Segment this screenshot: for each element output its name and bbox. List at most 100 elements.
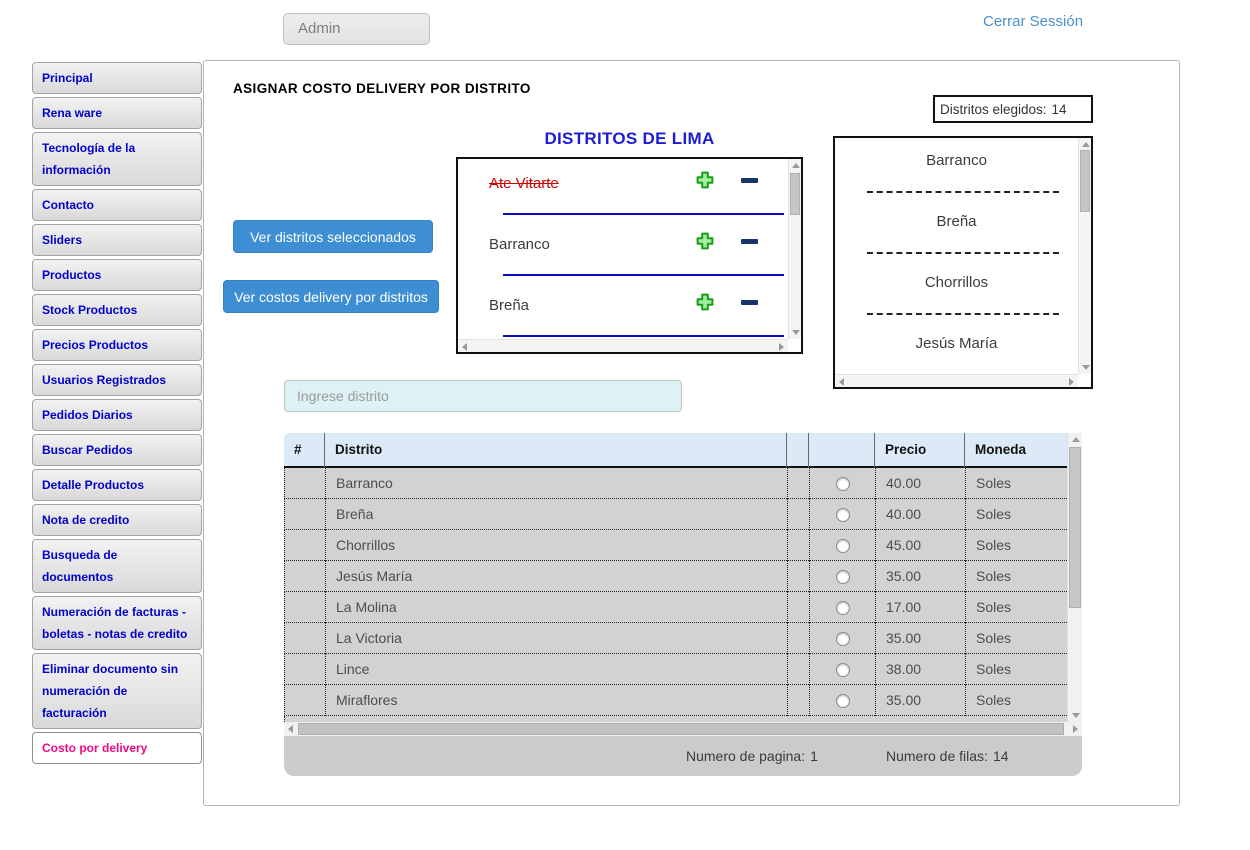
sidebar-item-buscar-pedidos[interactable]: Buscar Pedidos xyxy=(32,434,202,466)
cell-price: 40.00 xyxy=(875,499,965,530)
sidebar-item-rena-ware[interactable]: Rena ware xyxy=(32,97,202,129)
sidebar-item-contacto[interactable]: Contacto xyxy=(32,189,202,221)
table-row: Barranco 40.00 Soles xyxy=(284,468,1067,499)
view-selected-districts-button[interactable]: Ver distritos seleccionados xyxy=(233,220,433,253)
table-row: Miraflores 35.00 Soles xyxy=(284,685,1067,716)
table-row: Breña 40.00 Soles xyxy=(284,499,1067,530)
horizontal-scrollbar[interactable] xyxy=(458,339,788,352)
page-number-value: 1 xyxy=(810,748,818,764)
column-header-district: Distrito xyxy=(324,433,786,468)
cell-price: 40.00 xyxy=(875,468,965,499)
row-divider xyxy=(503,274,784,276)
chevron-down-icon[interactable] xyxy=(792,330,800,335)
cell-district: Jesús María xyxy=(325,561,787,592)
scrollbar-thumb[interactable] xyxy=(298,723,1064,735)
vertical-scrollbar[interactable] xyxy=(1078,138,1091,374)
sidebar-item-nota-de-credito[interactable]: Nota de credito xyxy=(32,504,202,536)
cell-price: 35.00 xyxy=(875,623,965,654)
radio-button[interactable] xyxy=(836,508,850,522)
chevron-right-icon[interactable] xyxy=(1073,725,1078,733)
district-name: Ate Vitarte xyxy=(489,175,559,192)
vertical-scrollbar[interactable] xyxy=(1067,433,1082,722)
radio-button[interactable] xyxy=(836,601,850,615)
vertical-scrollbar[interactable] xyxy=(788,159,801,339)
scrollbar-thumb[interactable] xyxy=(1080,150,1090,212)
minus-icon[interactable] xyxy=(741,293,761,311)
table-row: La Victoria 35.00 Soles xyxy=(284,623,1067,654)
view-delivery-costs-button[interactable]: Ver costos delivery por distritos xyxy=(223,280,439,313)
cell-district: Barranco xyxy=(325,468,787,499)
horizontal-scrollbar[interactable] xyxy=(835,374,1078,387)
cell-currency: Soles xyxy=(965,623,1067,654)
sidebar-item-numeracion-facturas[interactable]: Numeración de facturas - boletas - notas… xyxy=(32,596,202,650)
cell-currency: Soles xyxy=(965,530,1067,561)
cell-currency: Soles xyxy=(965,468,1067,499)
sidebar-item-usuarios-registrados[interactable]: Usuarios Registrados xyxy=(32,364,202,396)
chevron-down-icon[interactable] xyxy=(1082,365,1090,370)
cell-district: Chorrillos xyxy=(325,530,787,561)
chosen-count-label: Distritos elegidos: xyxy=(940,102,1047,117)
sidebar-item-productos[interactable]: Productos xyxy=(32,259,202,291)
logout-link[interactable]: Cerrar Sessión xyxy=(983,13,1083,30)
table-footer: Numero de pagina: 1 Numero de filas: 14 xyxy=(284,736,1082,776)
cell-price: 17.00 xyxy=(875,592,965,623)
radio-button[interactable] xyxy=(836,539,850,553)
chevron-right-icon[interactable] xyxy=(1069,378,1074,386)
sidebar-item-detalle-productos[interactable]: Detalle Productos xyxy=(32,469,202,501)
sidebar-item-tecnologia[interactable]: Tecnología de la información xyxy=(32,132,202,186)
horizontal-scrollbar[interactable] xyxy=(284,722,1082,736)
cell-currency: Soles xyxy=(965,654,1067,685)
list-item: Barranco xyxy=(835,138,1091,199)
plus-icon[interactable] xyxy=(696,293,714,311)
table-header: # Distrito Precio Moneda xyxy=(284,433,1067,468)
chosen-districts-list: Barranco Breña Chorrillos Jesús María xyxy=(833,136,1093,389)
chevron-up-icon[interactable] xyxy=(792,163,800,168)
radio-button[interactable] xyxy=(836,663,850,677)
scrollbar-thumb[interactable] xyxy=(790,173,800,215)
sidebar-item-sliders[interactable]: Sliders xyxy=(32,224,202,256)
plus-icon[interactable] xyxy=(696,171,714,189)
sidebar-item-precios-productos[interactable]: Precios Productos xyxy=(32,329,202,361)
chevron-down-icon[interactable] xyxy=(1072,713,1080,718)
sidebar-item-busqueda-documentos[interactable]: Busqueda de documentos xyxy=(32,539,202,593)
radio-button[interactable] xyxy=(836,694,850,708)
radio-button[interactable] xyxy=(836,477,850,491)
admin-user-box[interactable]: Admin xyxy=(283,13,430,45)
column-header-spacer xyxy=(786,433,808,468)
row-divider xyxy=(503,213,784,215)
sidebar-item-stock-productos[interactable]: Stock Productos xyxy=(32,294,202,326)
radio-button[interactable] xyxy=(836,570,850,584)
district-pick-list: Ate Vitarte Barranco Breña xyxy=(456,157,803,354)
scrollbar-thumb[interactable] xyxy=(1069,447,1081,608)
page-title: ASIGNAR COSTO DELIVERY POR DISTRITO xyxy=(233,81,531,96)
cell-price: 35.00 xyxy=(875,685,965,716)
sidebar-item-eliminar-documento[interactable]: Eliminar documento sin numeración de fac… xyxy=(32,653,202,729)
minus-icon[interactable] xyxy=(741,171,761,189)
list-item: Chorrillos xyxy=(835,260,1091,321)
chevron-right-icon[interactable] xyxy=(779,343,784,351)
rows-count-label: Numero de filas: xyxy=(886,748,988,764)
cell-district: Breña xyxy=(325,499,787,530)
column-header-num: # xyxy=(284,433,324,468)
table-row: Chorrillos 45.00 Soles xyxy=(284,530,1067,561)
minus-icon[interactable] xyxy=(741,232,761,250)
chevron-left-icon[interactable] xyxy=(839,378,844,386)
table-row: La Molina 17.00 Soles xyxy=(284,592,1067,623)
sidebar-item-costo-por-delivery[interactable]: Costo por delivery xyxy=(32,732,202,764)
plus-icon[interactable] xyxy=(696,232,714,250)
row-divider xyxy=(867,252,1059,254)
chevron-left-icon[interactable] xyxy=(462,343,467,351)
sidebar-item-pedidos-diarios[interactable]: Pedidos Diarios xyxy=(32,399,202,431)
chevron-up-icon[interactable] xyxy=(1072,437,1080,442)
table-row: Lince 38.00 Soles xyxy=(284,654,1067,685)
sidebar-item-principal[interactable]: Principal xyxy=(32,62,202,94)
search-input[interactable] xyxy=(284,380,682,412)
radio-button[interactable] xyxy=(836,632,850,646)
cell-price: 45.00 xyxy=(875,530,965,561)
chevron-left-icon[interactable] xyxy=(288,725,293,733)
page-number-label: Numero de pagina: xyxy=(686,748,805,764)
chevron-up-icon[interactable] xyxy=(1082,142,1090,147)
rows-count: Numero de filas: 14 xyxy=(886,748,1009,764)
list-item: Ate Vitarte xyxy=(458,159,801,220)
list-item: Barranco xyxy=(458,220,801,281)
